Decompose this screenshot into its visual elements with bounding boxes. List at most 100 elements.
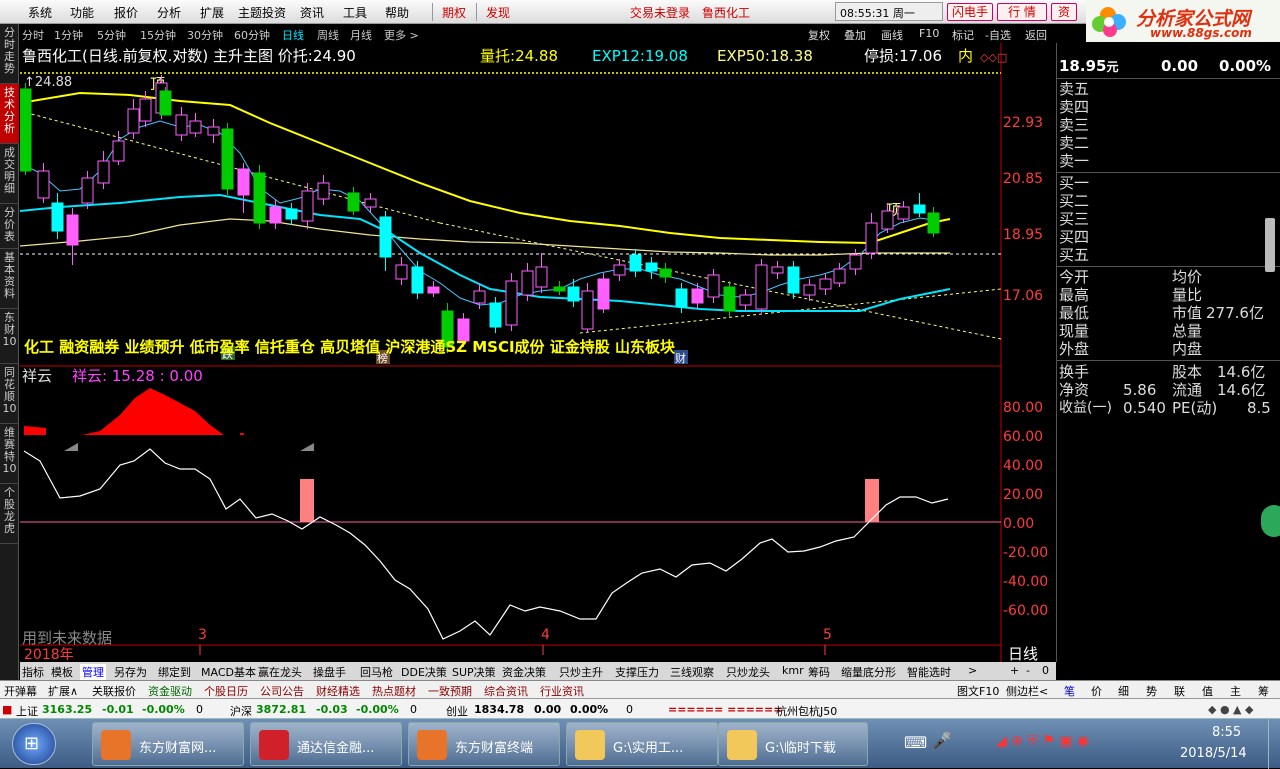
side-tab-main[interactable]: 主 bbox=[1230, 683, 1241, 699]
period-monthly[interactable]: 月线 bbox=[350, 27, 372, 43]
f10-button[interactable]: F10 bbox=[919, 27, 939, 40]
tab-three-line[interactable]: 三线观察 bbox=[670, 664, 714, 680]
cy-label[interactable]: 创业 bbox=[446, 703, 468, 719]
tab-ths[interactable]: 同花顺10 bbox=[0, 364, 19, 424]
side-tab-price[interactable]: 价 bbox=[1091, 683, 1102, 699]
start-button[interactable]: ⊞ bbox=[12, 723, 56, 765]
sidebar-toggle-button[interactable]: 侧边栏< bbox=[1006, 683, 1048, 699]
tab-dragon-head[interactable]: 只炒龙头 bbox=[726, 664, 770, 680]
sh-label[interactable]: 上证 bbox=[16, 703, 38, 719]
back-button[interactable]: 返回 bbox=[1025, 27, 1047, 43]
kline-chart[interactable]: 鲁西化工(日线.前复权.对数) 主升主图 价托:24.90 量托:24.88 E… bbox=[20, 43, 1056, 662]
zoom-in-button[interactable]: + bbox=[1010, 664, 1019, 677]
tab-profile[interactable]: 基本资料 bbox=[0, 249, 19, 309]
period-5min[interactable]: 5分钟 bbox=[97, 27, 126, 43]
tab-trader[interactable]: 操盘手 bbox=[313, 664, 346, 680]
tab-chips[interactable]: 筹码 bbox=[808, 664, 830, 680]
side-tab-trend[interactable]: 势 bbox=[1146, 683, 1157, 699]
menu-news[interactable]: 资讯 bbox=[300, 4, 324, 21]
tray-icons[interactable]: ◢ ⊕ ⛨ ⚑ ▣ ◉ bbox=[996, 733, 1089, 749]
float-ball-icon[interactable] bbox=[1261, 505, 1280, 537]
watchlist-button[interactable]: -自选 bbox=[985, 27, 1011, 43]
stock-calendar-button[interactable]: 个股日历 bbox=[204, 683, 248, 699]
tab-template[interactable]: 模板 bbox=[51, 664, 73, 680]
period-weekly[interactable]: 周线 bbox=[317, 27, 339, 43]
f10-graphic-button[interactable]: 图文F10 bbox=[957, 683, 999, 699]
tab-trades[interactable]: 成交明细 bbox=[0, 144, 19, 204]
side-tab-chips[interactable]: 筹 bbox=[1258, 683, 1269, 699]
menu-help[interactable]: 帮助 bbox=[385, 4, 409, 21]
taskbar-app-3[interactable]: 东方财富终端 bbox=[408, 722, 560, 766]
tab-fund[interactable]: 资金决策 bbox=[502, 664, 546, 680]
tab-dragon[interactable]: 个股龙虎 bbox=[0, 484, 19, 544]
tab-manage[interactable]: 管理 bbox=[80, 664, 106, 680]
tab-intraday[interactable]: 分时走势 bbox=[0, 24, 19, 84]
announcement-button[interactable]: 公司公告 bbox=[260, 683, 304, 699]
menu-system[interactable]: 系统 bbox=[28, 4, 52, 21]
period-more[interactable]: 更多 > bbox=[384, 27, 419, 43]
menu-extend[interactable]: 扩展 bbox=[200, 4, 224, 21]
mark-button[interactable]: 标记 bbox=[952, 27, 974, 43]
period-60min[interactable]: 60分钟 bbox=[234, 27, 270, 43]
overlay-button[interactable]: 叠加 bbox=[844, 27, 866, 43]
news-button[interactable]: 综合资讯 bbox=[484, 683, 528, 699]
info-button[interactable]: 资 bbox=[1051, 3, 1077, 21]
danmaku-button[interactable]: 开弹幕 bbox=[4, 683, 37, 699]
tab-bind[interactable]: 绑定到 bbox=[158, 664, 191, 680]
tab-wst[interactable]: 维赛特10 bbox=[0, 424, 19, 484]
side-tab-stroke[interactable]: 笔 bbox=[1064, 683, 1075, 699]
tab-main-rise[interactable]: 只炒主升 bbox=[559, 664, 603, 680]
zoom-reset-button[interactable]: 0 bbox=[1042, 664, 1049, 677]
draw-button[interactable]: 画线 bbox=[881, 27, 903, 43]
hot-topic-button[interactable]: 热点题材 bbox=[372, 683, 416, 699]
side-tab-detail[interactable]: 细 bbox=[1118, 683, 1129, 699]
taskbar-app-5[interactable]: G:\临时下载 bbox=[718, 722, 868, 766]
tab-technical[interactable]: 技术分析 bbox=[0, 84, 19, 144]
period-intraday[interactable]: 分时 bbox=[22, 27, 44, 43]
tab-leader[interactable]: 赢在龙头 bbox=[258, 664, 302, 680]
period-30min[interactable]: 30分钟 bbox=[187, 27, 223, 43]
tab-pullback[interactable]: 回马枪 bbox=[360, 664, 393, 680]
period-15min[interactable]: 15分钟 bbox=[140, 27, 176, 43]
menu-tools[interactable]: 工具 bbox=[343, 4, 367, 21]
discover-button[interactable]: 发现 bbox=[486, 4, 510, 21]
quote-button[interactable]: 行 情 bbox=[997, 3, 1047, 21]
zoom-out-button[interactable]: - bbox=[1026, 664, 1030, 677]
adjust-button[interactable]: 复权 bbox=[808, 27, 830, 43]
tabs-next-button[interactable]: > bbox=[968, 664, 977, 677]
side-tab-link[interactable]: 联 bbox=[1174, 683, 1185, 699]
menu-analysis[interactable]: 分析 bbox=[157, 4, 181, 21]
tab-price-table[interactable]: 分价表 bbox=[0, 204, 19, 249]
finance-pick-button[interactable]: 财经精选 bbox=[316, 683, 360, 699]
period-1min[interactable]: 1分钟 bbox=[54, 27, 83, 43]
taskbar-app-4[interactable]: G:\实用工... bbox=[566, 722, 718, 766]
tab-macd[interactable]: MACD基本 bbox=[201, 664, 256, 680]
show-desktop-button[interactable] bbox=[1268, 719, 1280, 769]
login-status[interactable]: 交易未登录 bbox=[630, 4, 690, 21]
tab-fractal[interactable]: 缩量底分形 bbox=[841, 664, 896, 680]
tab-support[interactable]: 支撑压力 bbox=[615, 664, 659, 680]
industry-news-button[interactable]: 行业资讯 bbox=[540, 683, 584, 699]
period-daily[interactable]: 日线 bbox=[282, 27, 304, 43]
side-tab-value[interactable]: 值 bbox=[1202, 683, 1213, 699]
options-button[interactable]: 期权 bbox=[442, 4, 466, 21]
flash-trade-button[interactable]: 闪电手 bbox=[947, 3, 993, 21]
related-quote-button[interactable]: 关联报价 bbox=[92, 683, 136, 699]
mic-icon[interactable]: 🎤 bbox=[932, 731, 952, 750]
tab-kmr[interactable]: kmr bbox=[782, 664, 804, 677]
scroll-handle[interactable] bbox=[1265, 218, 1275, 272]
fund-drive-button[interactable]: 资金驱动 bbox=[148, 683, 192, 699]
consensus-button[interactable]: 一致预期 bbox=[428, 683, 472, 699]
menu-function[interactable]: 功能 bbox=[70, 4, 94, 21]
tab-sup[interactable]: SUP决策 bbox=[452, 664, 496, 680]
tab-dde[interactable]: DDE决策 bbox=[401, 664, 447, 680]
menu-theme[interactable]: 主题投资 bbox=[238, 4, 286, 21]
menu-quote[interactable]: 报价 bbox=[114, 4, 138, 21]
keyboard-icon[interactable]: ⌨ bbox=[904, 733, 927, 752]
expand-button[interactable]: 扩展∧ bbox=[48, 683, 78, 699]
tab-indicator[interactable]: 指标 bbox=[22, 664, 44, 680]
taskbar-app-1[interactable]: 东方财富网... bbox=[92, 722, 244, 766]
taskbar-app-2[interactable]: 通达信金融... bbox=[250, 722, 402, 766]
tab-timing[interactable]: 智能选时 bbox=[907, 664, 951, 680]
tab-saveas[interactable]: 另存为 bbox=[114, 664, 147, 680]
